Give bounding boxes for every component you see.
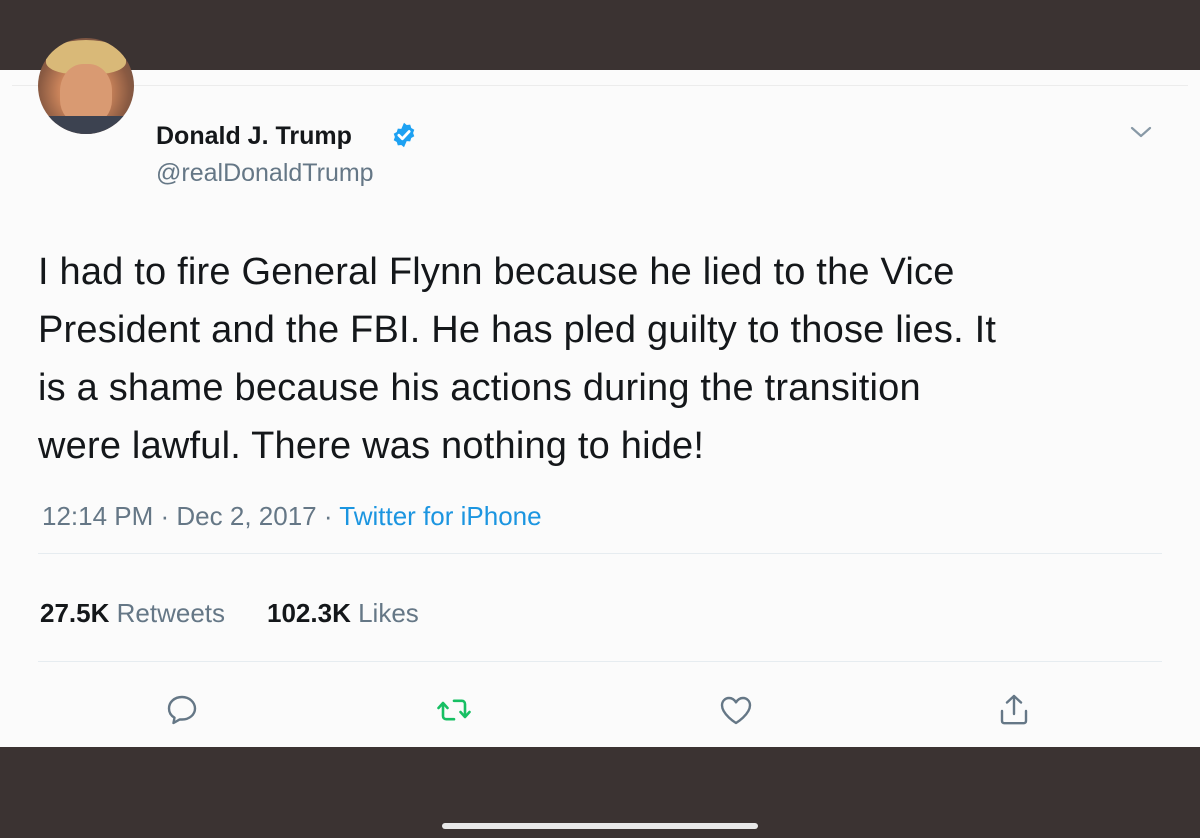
tweet-text-line: President and the FBI. He has pled guilt… [38, 309, 997, 351]
avatar-suit [38, 116, 134, 134]
meta-separator: · [153, 501, 177, 531]
likes-count: 102.3K [267, 598, 351, 628]
display-name[interactable]: Donald J. Trump [156, 121, 352, 151]
card-top-divider [12, 85, 1188, 86]
avatar-face [60, 64, 112, 124]
tweet-text-line: were lawful. There was nothing to hide! [38, 425, 705, 467]
avatar[interactable] [38, 38, 134, 134]
tweet-meta: 12:14 PM · Dec 2, 2017 · Twitter for iPh… [42, 500, 542, 532]
likes-stat[interactable]: 102.3K Likes [267, 598, 419, 628]
user-handle[interactable]: @realDonaldTrump [156, 158, 374, 188]
home-indicator[interactable] [442, 823, 758, 829]
stats-bottom-divider [38, 661, 1162, 662]
retweet-icon[interactable] [434, 690, 474, 730]
tweet-text: I had to fire General Flynn because he l… [38, 243, 1138, 475]
share-icon[interactable] [994, 690, 1034, 730]
stats-top-divider [38, 553, 1162, 554]
retweets-label: Retweets [116, 598, 226, 628]
tweet-date[interactable]: Dec 2, 2017 [176, 501, 316, 531]
tweet-text-line: is a shame because his actions during th… [38, 367, 921, 409]
retweets-count: 27.5K [40, 598, 110, 628]
tweet-time[interactable]: 12:14 PM [42, 501, 153, 531]
chevron-down-icon[interactable] [1128, 122, 1154, 142]
retweets-stat[interactable]: 27.5K Retweets [40, 598, 225, 628]
tweet-stats: 27.5K Retweets 102.3K Likes [40, 597, 419, 629]
tweet-source-link[interactable]: Twitter for iPhone [339, 501, 541, 531]
verified-badge-icon [393, 122, 415, 148]
heart-icon[interactable] [716, 690, 756, 730]
likes-label: Likes [358, 598, 419, 628]
meta-separator: · [316, 501, 340, 531]
tweet-text-line: I had to fire General Flynn because he l… [38, 251, 955, 293]
reply-icon[interactable] [162, 690, 202, 730]
screenshot-frame: Donald J. Trump @realDonaldTrump I had t… [0, 0, 1200, 838]
